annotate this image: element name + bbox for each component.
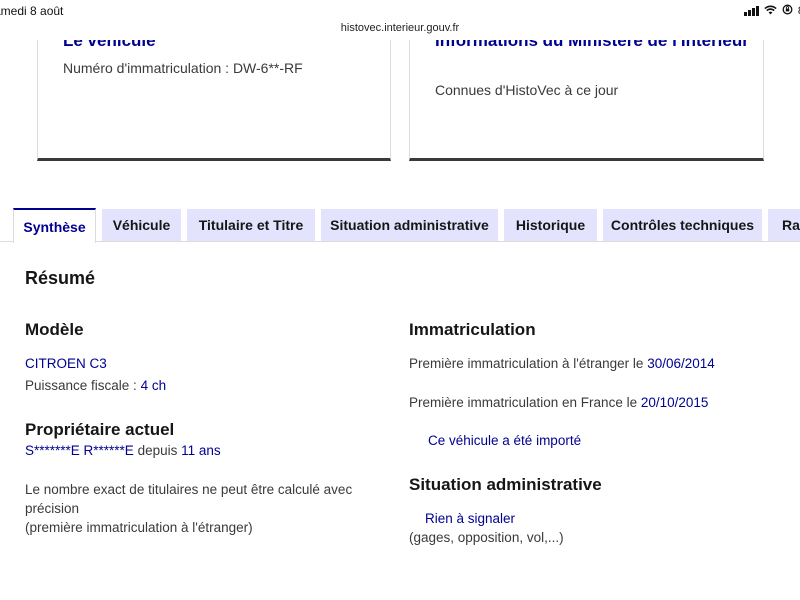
- tab-rapport[interactable]: Rap: [768, 209, 800, 241]
- signal-icon: [743, 6, 759, 16]
- rotation-lock-icon: [782, 4, 793, 18]
- wifi-icon: [764, 4, 777, 18]
- vehicle-card-title: Le véhicule: [63, 40, 156, 50]
- foreign-registration-date: 30/06/2014: [647, 356, 715, 371]
- owner-heading: Propriétaire actuel: [25, 420, 175, 439]
- summary-title: Résumé: [25, 268, 96, 288]
- registration-heading: Immatriculation: [409, 320, 536, 339]
- france-registration-label: Première immatriculation en France le: [409, 395, 638, 410]
- admin-situation-heading: Situation administrative: [409, 475, 602, 494]
- owner-name: S*******E R******E: [25, 443, 134, 458]
- owner-note-line3: (première immatriculation à l'étranger): [25, 520, 253, 535]
- ministry-card: Informations du Ministère de l'Intérieur…: [409, 40, 764, 161]
- france-registration: Première immatriculation en France le 20…: [409, 393, 708, 412]
- owner-note: Le nombre exact de titulaires ne peut êt…: [25, 480, 352, 537]
- tab-vehicule[interactable]: Véhicule: [102, 209, 181, 241]
- vehicle-card: Le véhicule Numéro d'immatriculation : D…: [37, 40, 391, 161]
- admin-status-detail: (gages, opposition, vol,...): [409, 530, 564, 545]
- model-name: CITROEN C3: [25, 356, 107, 371]
- owner-note-line2: précision: [25, 501, 80, 516]
- fiscal-power-value: 4 ch: [140, 378, 167, 393]
- tab-bar: Synthèse Véhicule Titulaire et Titre Sit…: [0, 208, 800, 243]
- owner-since-value: 11 ans: [181, 443, 221, 458]
- owner-since-label: depuis: [137, 443, 178, 458]
- fiscal-power-label: Puissance fiscale :: [25, 378, 137, 393]
- owner-note-line1: Le nombre exact de titulaires ne peut êt…: [25, 482, 353, 497]
- imported-vehicle-link[interactable]: Ce véhicule a été importé: [428, 431, 581, 450]
- status-time: amedi 8 août: [0, 4, 64, 18]
- address-bar-url[interactable]: histovec.interieur.gouv.fr: [0, 22, 800, 40]
- registration-number: Numéro d'immatriculation : DW-6**-RF: [63, 60, 303, 76]
- france-registration-date: 20/10/2015: [640, 395, 709, 410]
- owner-line: S*******E R******E depuis 11 ans: [25, 441, 221, 460]
- admin-status-link[interactable]: Rien à signaler: [425, 509, 515, 528]
- fiscal-power: Puissance fiscale : 4 ch: [25, 376, 166, 395]
- tab-synthese[interactable]: Synthèse: [13, 208, 96, 243]
- tab-situation-administrative[interactable]: Situation administrative: [321, 209, 498, 241]
- tab-historique[interactable]: Historique: [504, 209, 597, 241]
- ministry-card-text: Connues d'HistoVec à ce jour: [435, 82, 619, 98]
- foreign-registration-label: Première immatriculation à l'étranger le: [409, 356, 644, 371]
- tab-controles-techniques[interactable]: Contrôles techniques: [603, 209, 762, 241]
- status-icons: 8: [743, 4, 800, 18]
- foreign-registration: Première immatriculation à l'étranger le…: [409, 354, 715, 373]
- ministry-card-title: Informations du Ministère de l'Intérieur: [435, 40, 749, 50]
- tab-titulaire-et-titre[interactable]: Titulaire et Titre: [187, 209, 315, 241]
- model-heading: Modèle: [25, 320, 84, 339]
